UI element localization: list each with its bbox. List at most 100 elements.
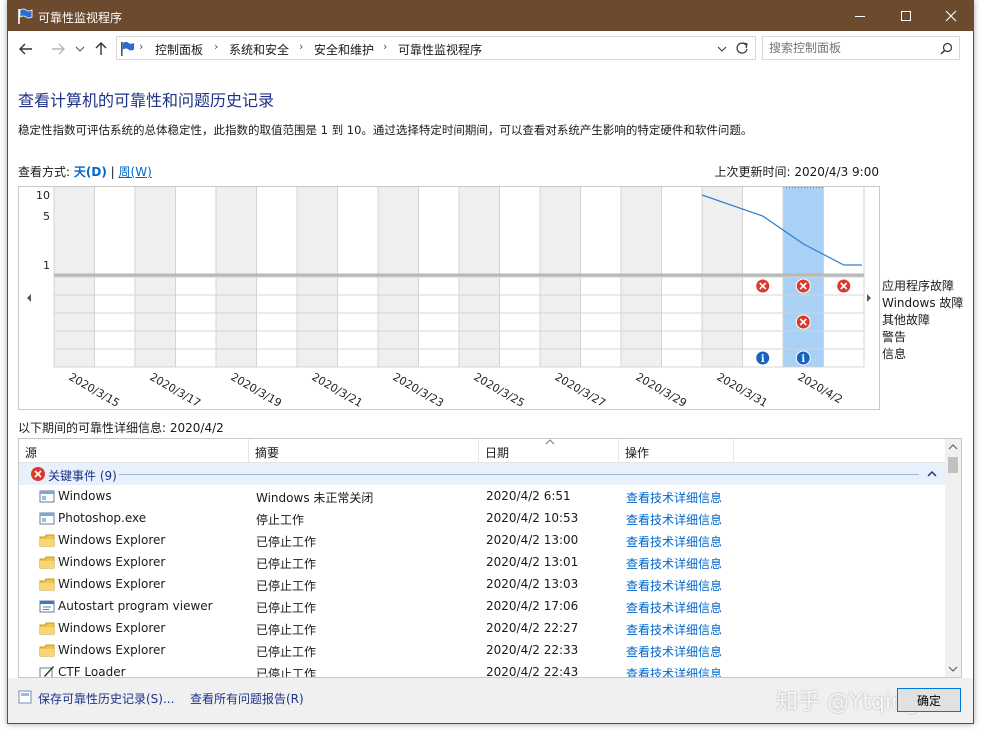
row-date: 2020/4/2 22:43 — [486, 665, 579, 678]
info-glyph: i — [761, 354, 765, 365]
scroll-up-arrow-icon[interactable] — [948, 443, 958, 451]
row-summary: 已停止工作 — [256, 667, 317, 678]
page-title: 查看计算机的可靠性和问题历史记录 — [18, 91, 275, 110]
table-row[interactable]: Photoshop.exe 停止工作 2020/4/2 10:53 查看技术详细信息 — [19, 507, 946, 529]
breadcrumb-item[interactable]: 可靠性监视程序 — [398, 41, 482, 58]
table-row[interactable]: Windows Explorer 已停止工作 2020/4/2 13:00 查看技术详… — [19, 529, 946, 551]
table-row[interactable]: Windows Explorer 已停止工作 2020/4/2 22:33 查看技术详… — [19, 639, 946, 661]
view-technical-details-link[interactable]: 查看技术详细信息 — [626, 577, 722, 594]
chevron-up-icon[interactable] — [927, 470, 937, 478]
x-tick-label: 2020/3/19 — [229, 370, 284, 409]
view-technical-details-link[interactable]: 查看技术详细信息 — [626, 555, 722, 572]
breadcrumb-item[interactable]: 系统和安全 — [229, 41, 289, 58]
reliability-chart-svg[interactable]: 10 5 1 i i 2020/3/15 2020/3/17 2020/3/19 2020/3/… — [19, 187, 880, 410]
view-technical-details-link[interactable]: 查看技术详细信息 — [626, 643, 722, 660]
x-tick-label: 2020/3/15 — [67, 370, 122, 409]
title-bar[interactable]: 可靠性监视程序 — [8, 1, 973, 31]
column-header-source[interactable]: 源 — [19, 439, 249, 463]
group-label: 关键事件 (9) — [48, 469, 117, 483]
ok-button[interactable]: 确定 — [897, 688, 961, 712]
window-icon — [39, 490, 55, 503]
view-technical-details-link[interactable]: 查看技术详细信息 — [626, 621, 722, 638]
row-summary: 已停止工作 — [256, 535, 317, 549]
breadcrumb[interactable]: › 控制面板 › 系统和安全 › 安全和维护 › 可靠性监视程序 — [116, 36, 756, 60]
scroll-right-icon[interactable] — [867, 294, 871, 302]
pen-icon — [39, 666, 54, 677]
chevron-down-icon — [75, 46, 85, 52]
row-source: Photoshop.exe — [58, 511, 147, 525]
refresh-icon[interactable] — [735, 41, 749, 55]
row-date: 2020/4/2 6:51 — [486, 489, 571, 503]
up-button[interactable] — [91, 39, 111, 59]
column-header-summary[interactable]: 摘要 — [249, 439, 479, 463]
row-date: 2020/4/2 13:03 — [486, 577, 579, 591]
scrollbar-thumb[interactable] — [948, 457, 958, 473]
view-technical-details-link[interactable]: 查看技术详细信息 — [626, 511, 722, 528]
row-date: 2020/4/2 22:33 — [486, 643, 579, 657]
search-input[interactable] — [769, 40, 929, 56]
minimize-icon — [855, 16, 865, 17]
view-technical-details-link[interactable]: 查看技术详细信息 — [626, 665, 722, 677]
view-technical-details-link[interactable]: 查看技术详细信息 — [626, 489, 722, 506]
search-box[interactable] — [762, 36, 960, 60]
vertical-scrollbar[interactable] — [945, 439, 961, 677]
row-date: 2020/4/2 13:01 — [486, 555, 579, 569]
error-icon — [31, 467, 45, 481]
x-tick-label: 2020/3/29 — [634, 370, 689, 409]
row-summary: 已停止工作 — [256, 557, 317, 571]
scroll-left-icon[interactable] — [27, 294, 31, 302]
chart-row-labels: 应用程序故障 Windows 故障 其他故障 警告 信息 — [882, 278, 963, 363]
x-tick-label: 2020/4/2 — [796, 370, 845, 406]
close-button[interactable] — [928, 1, 973, 31]
table-row[interactable]: Windows Explorer 已停止工作 2020/4/2 13:01 查看技术详… — [19, 551, 946, 573]
forward-arrow-icon — [52, 43, 65, 55]
view-technical-details-link[interactable]: 查看技术详细信息 — [626, 599, 722, 616]
scroll-down-arrow-icon[interactable] — [948, 665, 958, 673]
window-icon — [39, 512, 55, 525]
view-by-day-link[interactable]: 天(D) — [74, 165, 107, 179]
view-all-reports-link[interactable]: 查看所有问题报告(R) — [190, 690, 304, 707]
folder-icon — [39, 534, 55, 547]
row-label-other-failures: 其他故障 — [882, 313, 931, 327]
row-summary: 已停止工作 — [256, 579, 317, 593]
minimize-button[interactable] — [837, 1, 883, 31]
breadcrumb-item[interactable]: 安全和维护 — [314, 41, 374, 58]
table-row[interactable]: Windows Explorer 已停止工作 2020/4/2 22:27 查看技术详… — [19, 617, 946, 639]
address-bar: › 控制面板 › 系统和安全 › 安全和维护 › 可靠性监视程序 — [8, 31, 973, 67]
table-row[interactable]: Windows Windows 未正常关闭 2020/4/2 6:51 查看技术详细信… — [19, 485, 946, 507]
save-history-link[interactable]: 保存可靠性历史记录(S)... — [38, 690, 174, 707]
group-header-critical[interactable]: 关键事件 (9) — [19, 463, 946, 485]
row-date: 2020/4/2 10:53 — [486, 511, 579, 525]
column-header-action[interactable]: 操作 — [619, 439, 734, 463]
row-source: Windows Explorer — [58, 555, 166, 569]
sort-ascending-icon — [545, 439, 555, 445]
folder-icon — [39, 578, 55, 591]
maximize-button[interactable] — [883, 1, 929, 31]
table-row[interactable]: CTF Loader 已停止工作 2020/4/2 22:43 查看技术详细信息 — [19, 661, 946, 678]
chevron-down-icon[interactable] — [717, 44, 727, 54]
row-summary: 已停止工作 — [256, 623, 317, 637]
row-source: Windows Explorer — [58, 533, 166, 547]
window-title: 可靠性监视程序 — [38, 11, 123, 25]
up-arrow-icon — [95, 42, 107, 55]
close-icon — [945, 10, 957, 22]
row-date: 2020/4/2 17:06 — [486, 599, 579, 613]
row-label-windows-failures: Windows 故障 — [882, 296, 964, 310]
back-arrow-icon — [19, 43, 32, 55]
row-source: Autostart program viewer — [58, 599, 213, 613]
footer: 保存可靠性历史记录(S)... 查看所有问题报告(R) 知乎 @Ytqing 确… — [8, 678, 973, 723]
chevron-right-icon: › — [383, 40, 388, 53]
recent-locations-button[interactable] — [70, 39, 90, 59]
reliability-chart[interactable]: 10 5 1 i i 2020/3/15 2020/3/17 2020/3/19 2020/3/… — [18, 186, 880, 410]
table-row[interactable]: Windows Explorer 已停止工作 2020/4/2 13:03 查看技术详… — [19, 573, 946, 595]
save-icon — [18, 690, 32, 704]
main-content: 查看计算机的可靠性和问题历史记录 稳定性指数可评估系统的总体稳定性，此指数的取值… — [8, 67, 973, 723]
breadcrumb-item[interactable]: 控制面板 — [155, 41, 203, 58]
view-technical-details-link[interactable]: 查看技术详细信息 — [626, 533, 722, 550]
row-source: CTF Loader — [58, 665, 126, 678]
back-button[interactable] — [16, 39, 36, 59]
forward-button[interactable] — [48, 39, 68, 59]
view-by-week-link[interactable]: 周(W) — [119, 165, 152, 179]
search-icon[interactable] — [940, 42, 953, 55]
table-row[interactable]: Autostart program viewer 已停止工作 2020/4/2 17… — [19, 595, 946, 617]
